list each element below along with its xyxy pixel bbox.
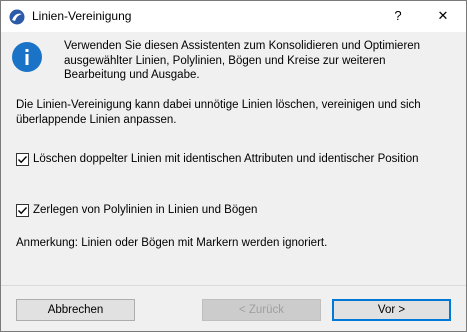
checkmark-icon: [18, 155, 28, 163]
checkbox-delete-duplicates[interactable]: [16, 152, 29, 166]
cancel-button[interactable]: Abbrechen: [16, 299, 135, 321]
close-icon: ✕: [437, 8, 449, 23]
description-text: Die Linien-Vereinigung kann dabei unnöti…: [16, 99, 421, 126]
option-delete-duplicates[interactable]: Löschen doppelter Linien mit identischen…: [16, 151, 419, 167]
close-button[interactable]: ✕: [420, 1, 466, 32]
option-label[interactable]: Zerlegen von Polylinien in Linien und Bö…: [33, 204, 257, 216]
dialog-window: Linien-Vereinigung ? ✕ Verwenden Sie die…: [0, 0, 467, 332]
help-button[interactable]: ?: [375, 1, 421, 32]
title-bar[interactable]: Linien-Vereinigung ? ✕: [1, 1, 466, 32]
option-label[interactable]: Löschen doppelter Linien mit identischen…: [33, 153, 419, 165]
window-title: Linien-Vereinigung: [32, 9, 132, 23]
back-button[interactable]: < Zurück: [202, 299, 321, 321]
info-icon: [12, 42, 42, 72]
divider: [1, 285, 466, 286]
app-icon: [9, 9, 25, 25]
checkmark-icon: [18, 206, 28, 214]
intro-text: Verwenden Sie diesen Assistenten zum Kon…: [64, 40, 421, 81]
next-button[interactable]: Vor >: [332, 299, 451, 321]
note-text: Anmerkung: Linien oder Bögen mit Markern…: [16, 237, 328, 249]
option-split-polylines[interactable]: Zerlegen von Polylinien in Linien und Bö…: [16, 202, 257, 218]
dialog-content: Verwenden Sie diesen Assistenten zum Kon…: [1, 32, 466, 331]
checkbox-split-polylines[interactable]: [16, 203, 29, 217]
